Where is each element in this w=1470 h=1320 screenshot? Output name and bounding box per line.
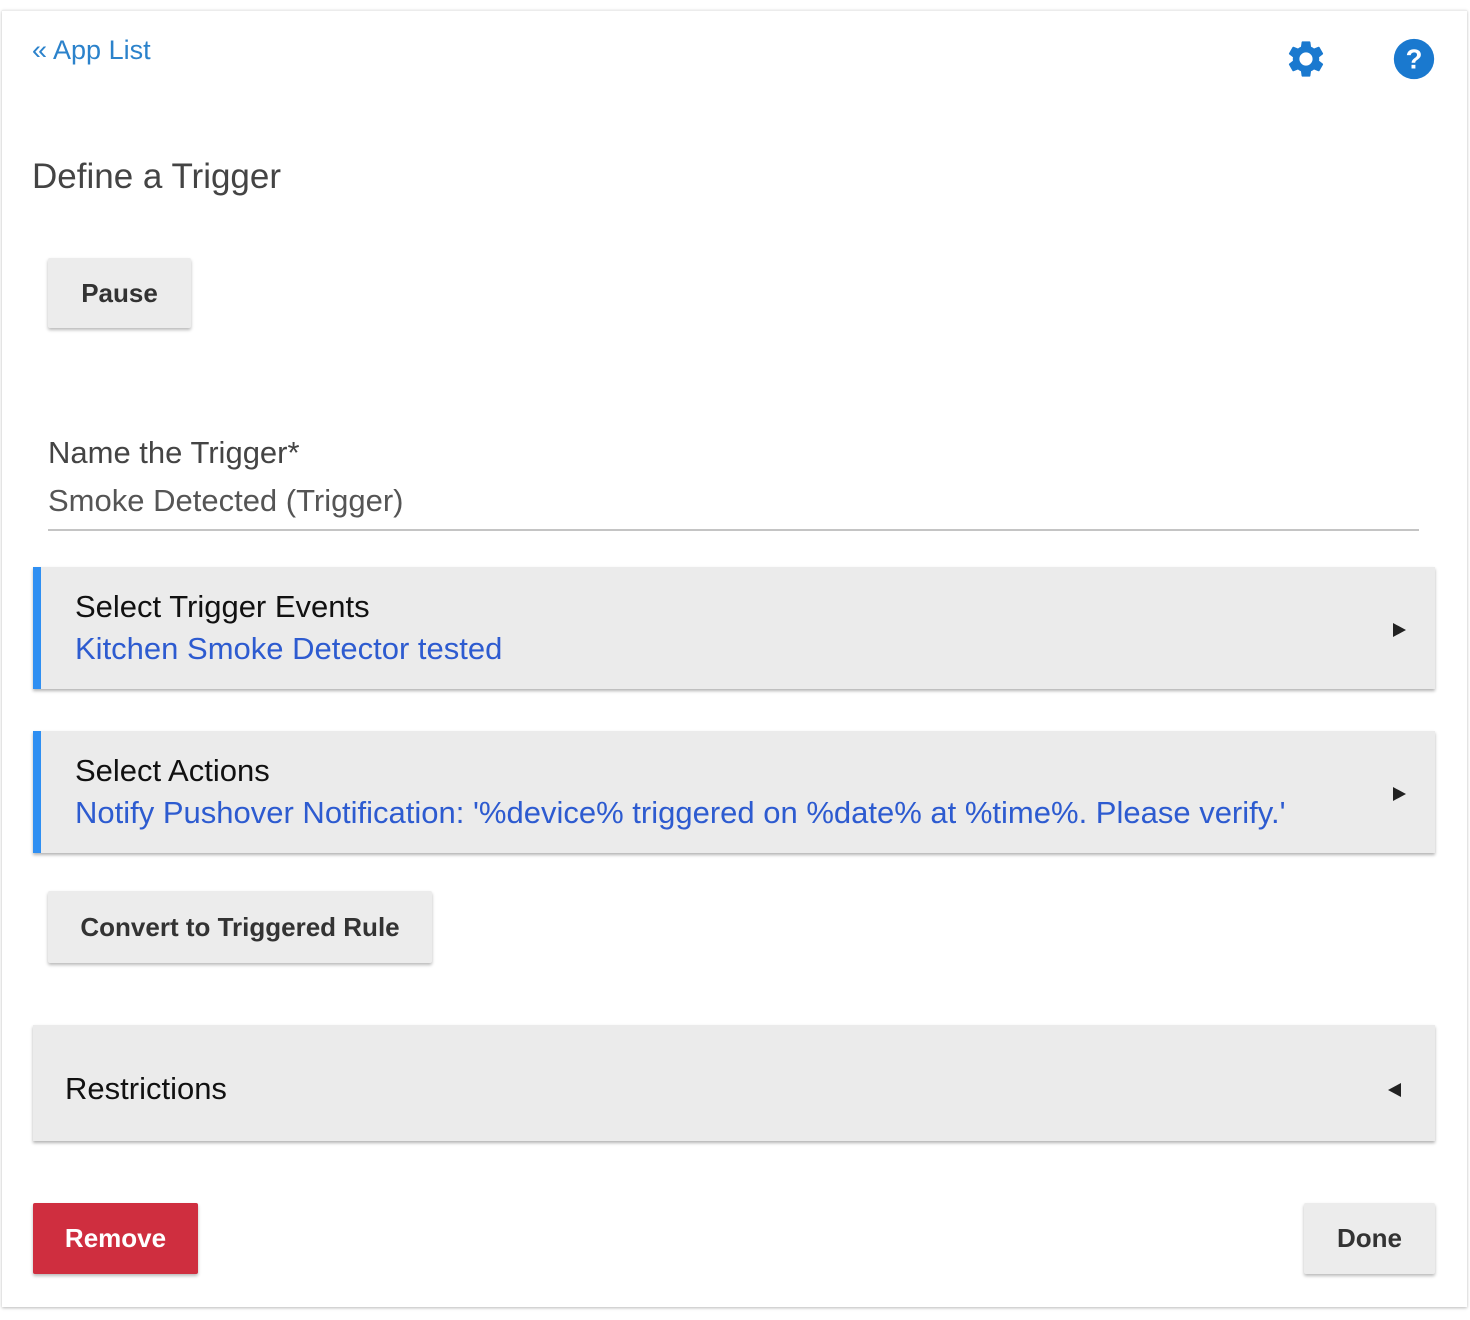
restrictions-section[interactable]: Restrictions bbox=[33, 1025, 1435, 1141]
expand-arrow-icon bbox=[1393, 623, 1406, 637]
trigger-name-field[interactable]: Name the Trigger* Smoke Detected (Trigge… bbox=[48, 435, 1419, 531]
trigger-name-label: Name the Trigger* bbox=[48, 435, 300, 470]
pause-button[interactable]: Pause bbox=[48, 258, 191, 328]
done-button[interactable]: Done bbox=[1304, 1203, 1435, 1274]
select-trigger-events-section[interactable]: Select Trigger Events Kitchen Smoke Dete… bbox=[33, 567, 1435, 689]
trigger-name-input[interactable]: Smoke Detected (Trigger) bbox=[48, 483, 1419, 531]
gear-icon bbox=[1288, 41, 1324, 77]
settings-button[interactable] bbox=[1284, 37, 1328, 81]
section-summary: Kitchen Smoke Detector tested bbox=[75, 631, 503, 666]
help-button[interactable]: ? bbox=[1392, 37, 1436, 81]
svg-text:?: ? bbox=[1406, 44, 1423, 75]
page-title: Define a Trigger bbox=[32, 157, 282, 196]
app-page-card: « App List ? Define a Trigger Pause Name… bbox=[2, 10, 1467, 1307]
section-summary: Notify Pushover Notification: '%device% … bbox=[75, 795, 1286, 830]
section-title: Select Actions bbox=[75, 753, 270, 788]
section-title: Restrictions bbox=[65, 1071, 227, 1106]
app-list-back-link[interactable]: « App List bbox=[32, 35, 151, 66]
section-title: Select Trigger Events bbox=[75, 589, 370, 624]
convert-to-triggered-rule-button[interactable]: Convert to Triggered Rule bbox=[48, 891, 432, 963]
remove-button[interactable]: Remove bbox=[33, 1203, 198, 1274]
select-actions-section[interactable]: Select Actions Notify Pushover Notificat… bbox=[33, 731, 1435, 853]
expand-arrow-icon bbox=[1393, 787, 1406, 801]
collapse-arrow-icon bbox=[1388, 1083, 1401, 1097]
help-icon: ? bbox=[1393, 38, 1435, 80]
